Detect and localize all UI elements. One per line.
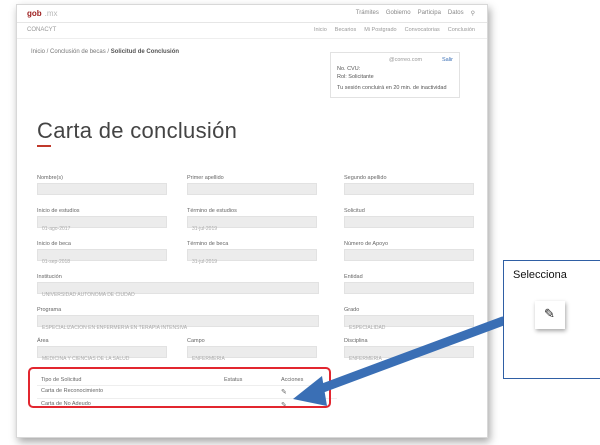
arrow-shaft	[307, 316, 508, 397]
arrow-head	[293, 376, 327, 406]
pencil-icon: ✎	[535, 301, 565, 329]
callout-title: Selecciona	[513, 269, 567, 281]
callout-box: Selecciona ✎	[503, 260, 600, 379]
